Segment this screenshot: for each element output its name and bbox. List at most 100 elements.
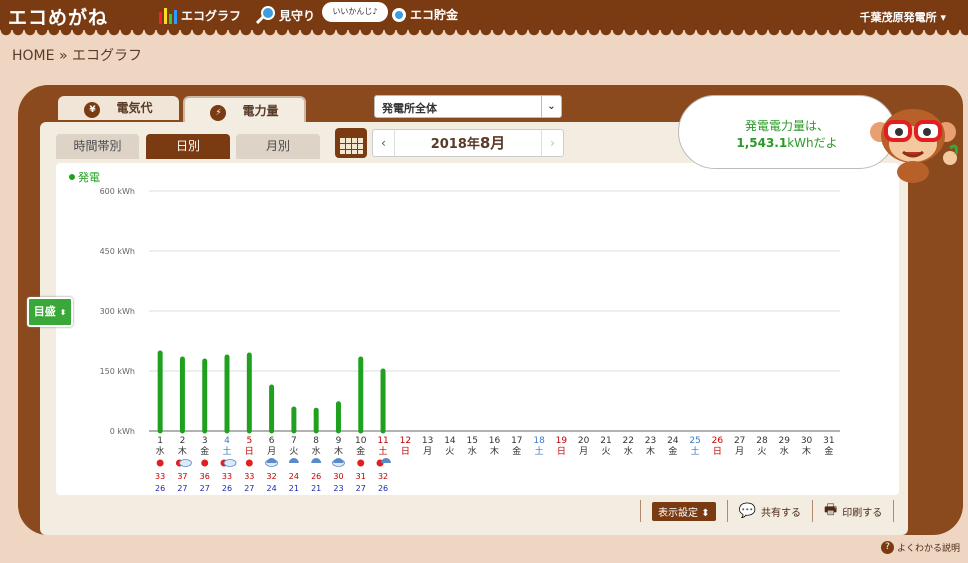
- weekday-label: 水: [468, 445, 477, 457]
- header-scallop: [0, 30, 968, 36]
- weekday-label: 月: [579, 446, 588, 457]
- app-header: エコめがね エコグラフ 見守り いいかんじ♪ エコ貯金 千葉茂原発電所 ▾: [0, 0, 968, 30]
- magnifier-icon: [256, 6, 275, 24]
- legend-dot: [69, 174, 75, 180]
- temp-low: 27: [356, 484, 366, 493]
- scale-button[interactable]: 目盛 ⬍: [27, 297, 73, 327]
- share-button[interactable]: 💬 共有する: [726, 500, 812, 522]
- weekday-label: 金: [824, 445, 833, 457]
- temp-high: 32: [378, 472, 388, 481]
- subtab-daily[interactable]: 日別: [146, 134, 230, 159]
- nav-ecograph[interactable]: エコグラフ: [158, 6, 241, 24]
- chart-container: 発電 0 kWh 150 kWh 300 kWh 450 kWh 600 kWh 1 水 2 木 3…: [56, 163, 899, 495]
- tab-energy-label: 電力量: [242, 104, 279, 118]
- breadcrumb-home[interactable]: HOME: [12, 48, 54, 64]
- tab-cost-label: 電気代: [116, 101, 153, 115]
- share-label: 共有する: [761, 507, 802, 519]
- bar-chart-icon: [159, 8, 177, 24]
- day-tick-label: 10: [355, 436, 367, 446]
- nav-ecosavings-label: エコ貯金: [410, 8, 459, 22]
- plant-select-value: 発電所全体: [382, 102, 437, 115]
- month-selector: ‹ 2018年8月 ›: [372, 129, 564, 157]
- temp-low: 21: [311, 484, 321, 493]
- nav-ecograph-label: エコグラフ: [181, 8, 242, 23]
- help-label: よくわかる説明: [896, 544, 960, 554]
- temp-high: 31: [356, 472, 366, 481]
- monkey-mascot: [870, 109, 958, 183]
- subtab-monthly[interactable]: 月別: [236, 134, 320, 159]
- nav-mimamori[interactable]: 見守り: [256, 6, 315, 24]
- plant-name: 千葉茂原発電所: [859, 11, 937, 24]
- day-tick-label: 14: [444, 436, 456, 446]
- month-label: 2018年8月: [395, 130, 541, 158]
- message-amount: 1,543.1: [736, 136, 788, 150]
- tab-energy[interactable]: ⚡ 電力量: [183, 96, 306, 123]
- prev-month-button[interactable]: ‹: [373, 130, 395, 156]
- calendar-icon[interactable]: [335, 128, 367, 158]
- weekday-label: 月: [267, 446, 276, 457]
- plant-select[interactable]: 発電所全体 ⌄: [374, 95, 562, 118]
- weekday-label: 木: [802, 445, 811, 457]
- next-month-button[interactable]: ›: [541, 130, 563, 156]
- cloud-icon: [179, 459, 192, 467]
- sun-icon: [245, 459, 253, 467]
- subtab-hourly[interactable]: 時間帯別: [56, 134, 139, 159]
- sun-icon: [201, 459, 209, 467]
- weekday-label: 木: [490, 445, 499, 457]
- weekday-label: 日: [713, 446, 722, 457]
- day-tick-label: 5: [246, 436, 252, 446]
- temp-low: 24: [267, 484, 277, 493]
- caret-down-icon: ▾: [940, 11, 946, 24]
- app-logo[interactable]: エコめがね: [8, 3, 108, 30]
- weekday-label: 木: [178, 445, 187, 457]
- weekday-label: 火: [757, 446, 766, 457]
- day-tick-label: 20: [578, 436, 590, 446]
- weekday-label: 土: [379, 445, 388, 457]
- sun-icon: [357, 459, 365, 467]
- y-tick-label: 0 kWh: [110, 427, 135, 436]
- question-icon: ?: [880, 541, 894, 554]
- temp-low: 21: [289, 484, 299, 493]
- display-settings[interactable]: 表示設定 ⬍: [640, 500, 727, 522]
- umbrella-icon: [333, 458, 344, 463]
- temp-low: 26: [378, 484, 388, 493]
- day-tick-label: 16: [489, 436, 501, 446]
- day-tick-label: 3: [202, 436, 208, 446]
- tab-cost[interactable]: ¥ 電気代: [58, 96, 179, 120]
- temp-low: 27: [244, 484, 254, 493]
- weekday-label: 水: [780, 445, 789, 457]
- breadcrumb: HOME » エコグラフ: [12, 45, 142, 65]
- print-icon: 🖶: [824, 502, 838, 518]
- umbrella-icon: [288, 458, 299, 463]
- day-tick-label: 12: [400, 436, 411, 446]
- coin-icon: [392, 7, 406, 22]
- print-button[interactable]: 🖶 印刷する: [812, 500, 895, 522]
- help-link[interactable]: ? よくわかる説明: [880, 541, 960, 554]
- nav-ecosavings[interactable]: エコ貯金: [391, 6, 458, 23]
- day-tick-label: 24: [667, 436, 679, 446]
- weekday-label: 金: [512, 445, 521, 457]
- day-tick-label: 25: [689, 436, 700, 446]
- message-line1: 発電電力量は、: [744, 119, 829, 133]
- message-bubble: 発電電力量は、 1,543.1kWhだよ: [678, 95, 896, 169]
- status-bubble: いいかんじ♪: [322, 2, 388, 22]
- plant-menu[interactable]: 千葉茂原発電所 ▾: [860, 9, 946, 25]
- day-tick-label: 29: [779, 436, 791, 446]
- weekday-label: 金: [356, 445, 365, 457]
- weekday-label: 火: [601, 446, 610, 457]
- temp-high: 30: [333, 472, 343, 481]
- weekday-label: 木: [334, 445, 343, 457]
- temp-high: 36: [200, 472, 210, 481]
- day-tick-label: 26: [712, 436, 724, 446]
- weekday-label: 月: [735, 446, 744, 457]
- day-tick-label: 9: [336, 436, 342, 446]
- day-tick-label: 7: [291, 436, 297, 446]
- lightning-icon: ⚡: [210, 105, 227, 121]
- weekday-label: 月: [423, 446, 432, 457]
- updown-icon: ⬍: [701, 507, 710, 519]
- day-tick-label: 8: [313, 436, 319, 446]
- day-tick-label: 18: [533, 436, 545, 446]
- weekday-label: 火: [289, 446, 298, 457]
- breadcrumb-current: エコグラフ: [71, 48, 142, 64]
- y-tick-label: 600 kWh: [100, 187, 135, 196]
